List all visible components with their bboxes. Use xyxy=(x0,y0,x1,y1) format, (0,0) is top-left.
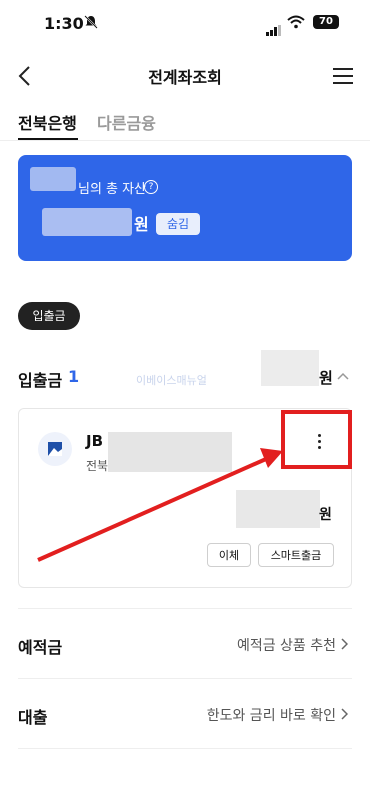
hide-balance-button[interactable]: 숨김 xyxy=(156,213,200,235)
tab-divider xyxy=(0,140,370,141)
account-name: JB xyxy=(86,432,104,450)
chevron-right-icon[interactable] xyxy=(340,638,348,650)
info-icon[interactable]: ? xyxy=(144,180,158,194)
smart-withdraw-button[interactable]: 스마트출금 xyxy=(258,543,334,567)
tab-other-finance[interactable]: 다른금융 xyxy=(97,110,156,134)
section-count: 1 xyxy=(68,367,80,386)
tab-jeonbuk-bank[interactable]: 전북은행 xyxy=(18,110,77,134)
loan-limit-link[interactable]: 한도와 금리 바로 확인 xyxy=(207,705,336,725)
status-time: 1:30 xyxy=(44,14,84,33)
blurred-account-balance xyxy=(236,490,320,528)
chevron-up-icon[interactable] xyxy=(337,371,349,381)
page-title: 전계좌조회 xyxy=(148,68,222,87)
filter-chip-deposit[interactable]: 입출금 xyxy=(18,302,80,330)
chevron-right-icon[interactable] xyxy=(340,708,348,720)
blurred-account-number xyxy=(108,432,232,472)
transfer-button[interactable]: 이체 xyxy=(207,543,251,567)
divider xyxy=(18,608,352,609)
row-savings-title: 예적금 xyxy=(18,638,63,657)
divider xyxy=(18,748,352,749)
battery-indicator: 70 xyxy=(313,15,339,29)
bank-logo-icon xyxy=(48,442,62,456)
account-subtitle: 전북 xyxy=(86,459,109,473)
blurred-section-total xyxy=(261,350,319,386)
section-currency: 원 xyxy=(319,369,333,387)
wifi-icon xyxy=(287,15,305,29)
bell-muted-icon xyxy=(84,15,98,29)
hamburger-menu-icon[interactable] xyxy=(333,68,353,84)
blurred-total-amount xyxy=(42,208,132,236)
total-currency: 원 xyxy=(134,215,149,234)
highlight-box xyxy=(281,410,352,469)
blurred-username xyxy=(30,167,76,191)
row-loan-title: 대출 xyxy=(18,708,48,727)
divider xyxy=(18,678,352,679)
savings-recommend-link[interactable]: 예적금 상품 추천 xyxy=(237,635,336,655)
total-assets-label: 님의 총 자산 xyxy=(78,182,147,197)
cellular-signal-icon xyxy=(266,17,282,36)
watermark: 이베이스매뉴얼 xyxy=(136,374,207,387)
section-title: 입출금 xyxy=(18,371,63,390)
account-currency: 원 xyxy=(319,507,332,523)
